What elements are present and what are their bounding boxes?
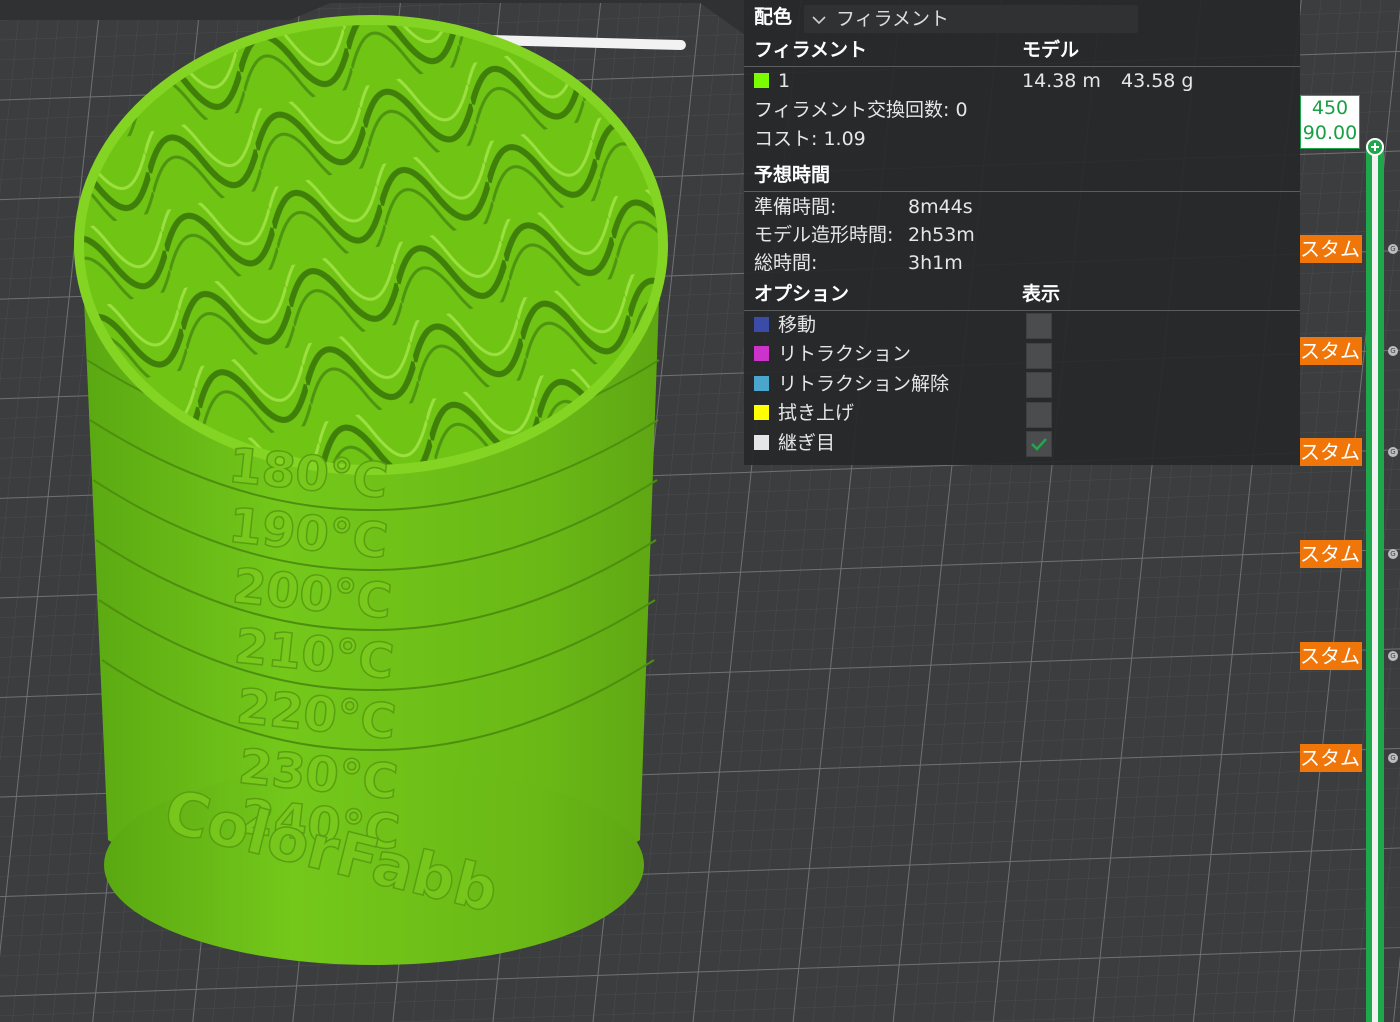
gcode-marker-icon[interactable]: G [1388, 753, 1398, 763]
options-header: オプション [754, 283, 850, 305]
custom-gcode-tag[interactable]: スタム [1300, 540, 1362, 568]
cost: コスト: 1.09 [754, 128, 866, 150]
option-wipe: 拭き上げ [754, 400, 854, 426]
filament-weight: 43.58 g [1121, 70, 1194, 92]
color-scheme-label: 配色 [754, 6, 793, 28]
option-label: 拭き上げ [778, 402, 855, 424]
travel-color-swatch [754, 317, 769, 332]
gcode-marker-icon[interactable]: G [1388, 447, 1398, 457]
model-time-label: モデル造形時間: [754, 224, 894, 246]
retraction-color-swatch [754, 346, 769, 361]
option-label: 継ぎ目 [778, 432, 836, 454]
display-header: 表示 [1022, 283, 1061, 305]
layer-height: 90.00 [1302, 122, 1358, 144]
option-seam: 継ぎ目 [754, 430, 835, 456]
filament-row: 1 [754, 68, 790, 94]
total-time-value: 3h1m [908, 252, 963, 274]
deretraction-color-swatch [754, 376, 769, 391]
header-model: モデル [1022, 39, 1080, 61]
travel-checkbox[interactable] [1026, 313, 1052, 339]
layer-number: 450 [1311, 97, 1349, 119]
gcode-marker-icon[interactable]: G [1388, 346, 1398, 356]
seam-checkbox[interactable] [1026, 431, 1052, 457]
filament-id: 1 [778, 70, 791, 92]
custom-gcode-tag[interactable]: スタム [1300, 235, 1362, 263]
gcode-marker-icon[interactable]: G [1388, 244, 1398, 254]
color-scheme-dropdown[interactable]: フィラメント [804, 5, 1138, 33]
option-deretraction: リトラクション解除 [754, 371, 949, 397]
layer-slider-handle[interactable] [1366, 138, 1384, 156]
option-travel: 移動 [754, 312, 816, 338]
prep-time-value: 8m44s [908, 196, 973, 218]
chevron-down-icon [812, 5, 826, 33]
layer-value-label: 450 90.00 [1300, 95, 1360, 149]
filament-color-swatch [754, 73, 769, 88]
custom-gcode-tag[interactable]: スタム [1300, 642, 1362, 670]
checkmark-icon [1031, 438, 1047, 451]
custom-gcode-tag[interactable]: スタム [1300, 337, 1362, 365]
layer-slider-track[interactable] [1366, 146, 1384, 1022]
custom-gcode-tag[interactable]: スタム [1300, 744, 1362, 772]
gcode-marker-icon[interactable]: G [1388, 549, 1398, 559]
option-label: リトラクション解除 [778, 373, 950, 395]
total-time-label: 総時間: [754, 252, 818, 274]
filament-length: 14.38 m [1022, 70, 1101, 92]
wipe-color-swatch [754, 405, 769, 420]
wipe-checkbox[interactable] [1026, 402, 1052, 428]
filament-changes: フィラメント交換回数: 0 [754, 99, 968, 121]
seam-color-swatch [754, 435, 769, 450]
model-time-value: 2h53m [908, 224, 975, 246]
legend-panel: 配色 フィラメント フィラメント モデル 1 14.38 m 43.58 g フ… [744, 0, 1300, 465]
estimated-time-header: 予想時間 [754, 164, 831, 186]
gcode-marker-icon[interactable]: G [1388, 651, 1398, 661]
custom-gcode-tag[interactable]: スタム [1300, 438, 1362, 466]
deretraction-checkbox[interactable] [1026, 372, 1052, 398]
prep-time-label: 準備時間: [754, 196, 837, 218]
option-retraction: リトラクション [754, 341, 911, 367]
option-label: 移動 [778, 314, 817, 336]
header-filament: フィラメント [754, 39, 868, 61]
option-label: リトラクション [778, 343, 912, 365]
color-scheme-value: フィラメント [836, 8, 950, 30]
retraction-checkbox[interactable] [1026, 343, 1052, 369]
